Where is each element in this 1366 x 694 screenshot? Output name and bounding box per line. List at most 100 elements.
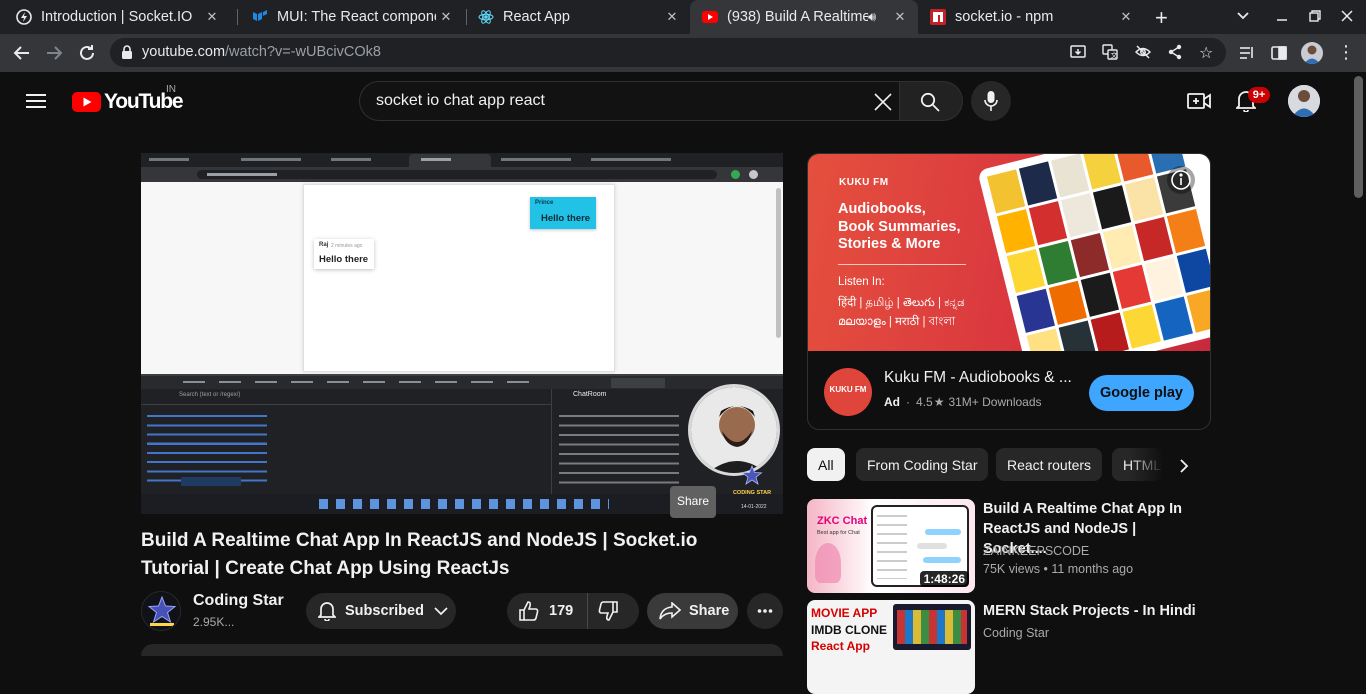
tab-mui[interactable]: MUI: The React component library ✕ [236, 0, 464, 34]
address-bar[interactable]: youtube.com/watch?v=-wUBcivCOk8 文 ☆ [110, 38, 1226, 67]
ad-headline: Audiobooks, Book Summaries, Stories & Mo… [838, 201, 961, 252]
tab-npm[interactable]: socket.io - npm ✕ [918, 0, 1144, 34]
rec-thumb-subtitle: Best app for Chat [817, 530, 860, 536]
scrollbar-thumb[interactable] [1354, 76, 1363, 198]
movie-posters [893, 604, 971, 650]
chat-message-right: Prince Hello there [530, 197, 596, 229]
tab-youtube-active[interactable]: (938) Build A Realtime Chat App 🔊︎ ✕ [690, 0, 918, 34]
share-button[interactable]: Share [647, 593, 738, 629]
ad-listen-in: Listen In: [838, 276, 885, 288]
tab-close-icon[interactable]: ✕ [890, 9, 910, 25]
chip-react-routers[interactable]: React routers [996, 448, 1103, 481]
restore-icon[interactable] [1308, 9, 1322, 27]
like-button[interactable]: 179 [507, 593, 589, 629]
ad-rating: 4.5 [916, 395, 933, 409]
reload-icon[interactable] [78, 44, 96, 66]
search-button[interactable] [900, 81, 963, 121]
rec-more-icon[interactable]: ⋮ [1203, 502, 1219, 522]
search-input[interactable]: socket io chat app react [359, 81, 900, 121]
share-arrow-icon [659, 602, 681, 620]
profile-avatar-small[interactable] [1301, 42, 1323, 64]
tab-socketio-intro[interactable]: Introduction | Socket.IO ✕ [0, 0, 230, 34]
react-favicon-icon [478, 9, 494, 25]
channel-avatar[interactable] [141, 591, 181, 631]
url-path: /watch?v=-wUBcivCOk8 [225, 44, 381, 60]
chips-fade [1130, 446, 1170, 483]
chrome-menu-icon[interactable]: ⋮ [1337, 43, 1355, 61]
tab-title: socket.io - npm [955, 9, 1054, 25]
tab-close-icon[interactable]: ✕ [202, 9, 222, 25]
side-panel-icon[interactable] [1271, 45, 1287, 65]
rec-thumbnail[interactable]: ZKC Chat Best app for Chat 1:48:26 [807, 499, 975, 593]
chip-all[interactable]: All [807, 448, 845, 481]
sponsored-ad-card[interactable]: KUKU FM Audiobooks, Book Summaries, Stor… [807, 153, 1211, 430]
forward-icon[interactable] [45, 44, 63, 66]
rec-thumb-title: ZKC Chat [817, 515, 868, 527]
reading-list-icon[interactable] [1239, 45, 1255, 65]
more-actions-button[interactable] [747, 593, 783, 629]
share-tooltip: Share [670, 486, 716, 518]
tab-close-icon[interactable]: ✕ [662, 9, 682, 25]
channel-name[interactable]: Coding Star [193, 592, 284, 610]
share-icon[interactable] [1167, 44, 1183, 65]
youtube-play-logo-icon [72, 92, 101, 112]
description-box-top[interactable] [141, 644, 783, 656]
tab-close-icon[interactable]: ✕ [436, 9, 456, 25]
rec-thumb-line2: IMDB CLONE [811, 623, 887, 637]
chevron-down-icon [434, 606, 448, 616]
tab-react-app[interactable]: React App ✕ [462, 0, 690, 34]
bell-icon [318, 601, 336, 621]
account-avatar[interactable] [1288, 85, 1320, 117]
advertiser-avatar[interactable]: KUKU FM [824, 368, 872, 416]
voice-search-button[interactable] [971, 81, 1011, 121]
close-window-icon[interactable] [1340, 9, 1354, 27]
rec-thumbnail[interactable]: MOVIE APP IMDB CLONE React App [807, 600, 975, 694]
notification-count-badge: 9+ [1248, 87, 1270, 103]
ad-languages-line1: हिंदी | தமிழ் | తెలుగు | ಕನ್ನಡ [838, 297, 965, 309]
translate-icon[interactable]: 文 [1102, 44, 1118, 65]
ad-app-title[interactable]: Kuku FM - Audiobooks & ... [884, 369, 1072, 387]
subscriber-count: 2.95K... [193, 615, 235, 629]
advertiser-avatar-text: KUKU FM [829, 385, 867, 394]
bookmark-star-icon[interactable]: ☆ [1199, 43, 1213, 63]
new-tab-icon[interactable]: + [1155, 5, 1168, 31]
youtube-logo[interactable]: YouTube IN [72, 84, 184, 114]
ad-downloads: 31M+ Downloads [948, 395, 1042, 409]
socketio-favicon-icon [16, 9, 32, 25]
rec-views-age: 75K views • 11 months ago [983, 562, 1134, 576]
video-player[interactable]: Prince Hello there Raj 2 minutes ago Hel… [141, 153, 783, 514]
video-title: Build A Realtime Chat App In ReactJS and… [141, 530, 698, 579]
ad-banner-image[interactable]: KUKU FM Audiobooks, Book Summaries, Stor… [808, 154, 1210, 351]
rec-channel[interactable]: Coding Star [983, 626, 1049, 640]
tab-title: (938) Build A Realtime Chat App [727, 9, 868, 25]
tab-close-icon[interactable]: ✕ [1116, 9, 1136, 25]
dislike-button[interactable] [588, 593, 619, 629]
search-query-text: socket io chat app react [376, 92, 545, 109]
tab-search-chevron-icon[interactable] [1236, 8, 1250, 26]
thumbs-down-icon [598, 601, 619, 621]
chips-next-button[interactable] [1166, 448, 1202, 482]
rec-duration: 1:48:26 [919, 571, 969, 587]
ad-info-icon[interactable] [1167, 166, 1195, 194]
chip-from-coding-star[interactable]: From Coding Star [856, 448, 989, 481]
eye-off-icon[interactable] [1134, 44, 1152, 65]
like-dislike-group: 179 [507, 593, 639, 629]
tab-title: Introduction | Socket.IO [41, 9, 193, 25]
rec-channel[interactable]: ZAINKEEPSCODE [983, 544, 1089, 558]
audio-playing-icon[interactable]: 🔊︎ [868, 9, 890, 25]
minimize-icon[interactable] [1275, 9, 1289, 27]
back-icon[interactable] [13, 44, 31, 66]
rating-star-icon: ★ [933, 395, 945, 409]
rec-title[interactable]: MERN Stack Projects - In Hindi [983, 601, 1198, 621]
subscribed-button[interactable]: Subscribed [306, 593, 456, 629]
site-info-icon[interactable] [121, 45, 133, 64]
recorded-browser-toolbar [141, 167, 783, 182]
create-video-icon[interactable] [1187, 91, 1211, 116]
hamburger-menu-icon[interactable] [26, 93, 46, 114]
install-icon[interactable] [1070, 44, 1086, 65]
share-label: Share [689, 603, 730, 619]
url-host: youtube.com [142, 44, 226, 60]
clear-search-icon[interactable] [873, 92, 893, 117]
rec-thumb-line1: MOVIE APP [811, 606, 878, 620]
google-play-button[interactable]: Google play [1089, 375, 1194, 411]
